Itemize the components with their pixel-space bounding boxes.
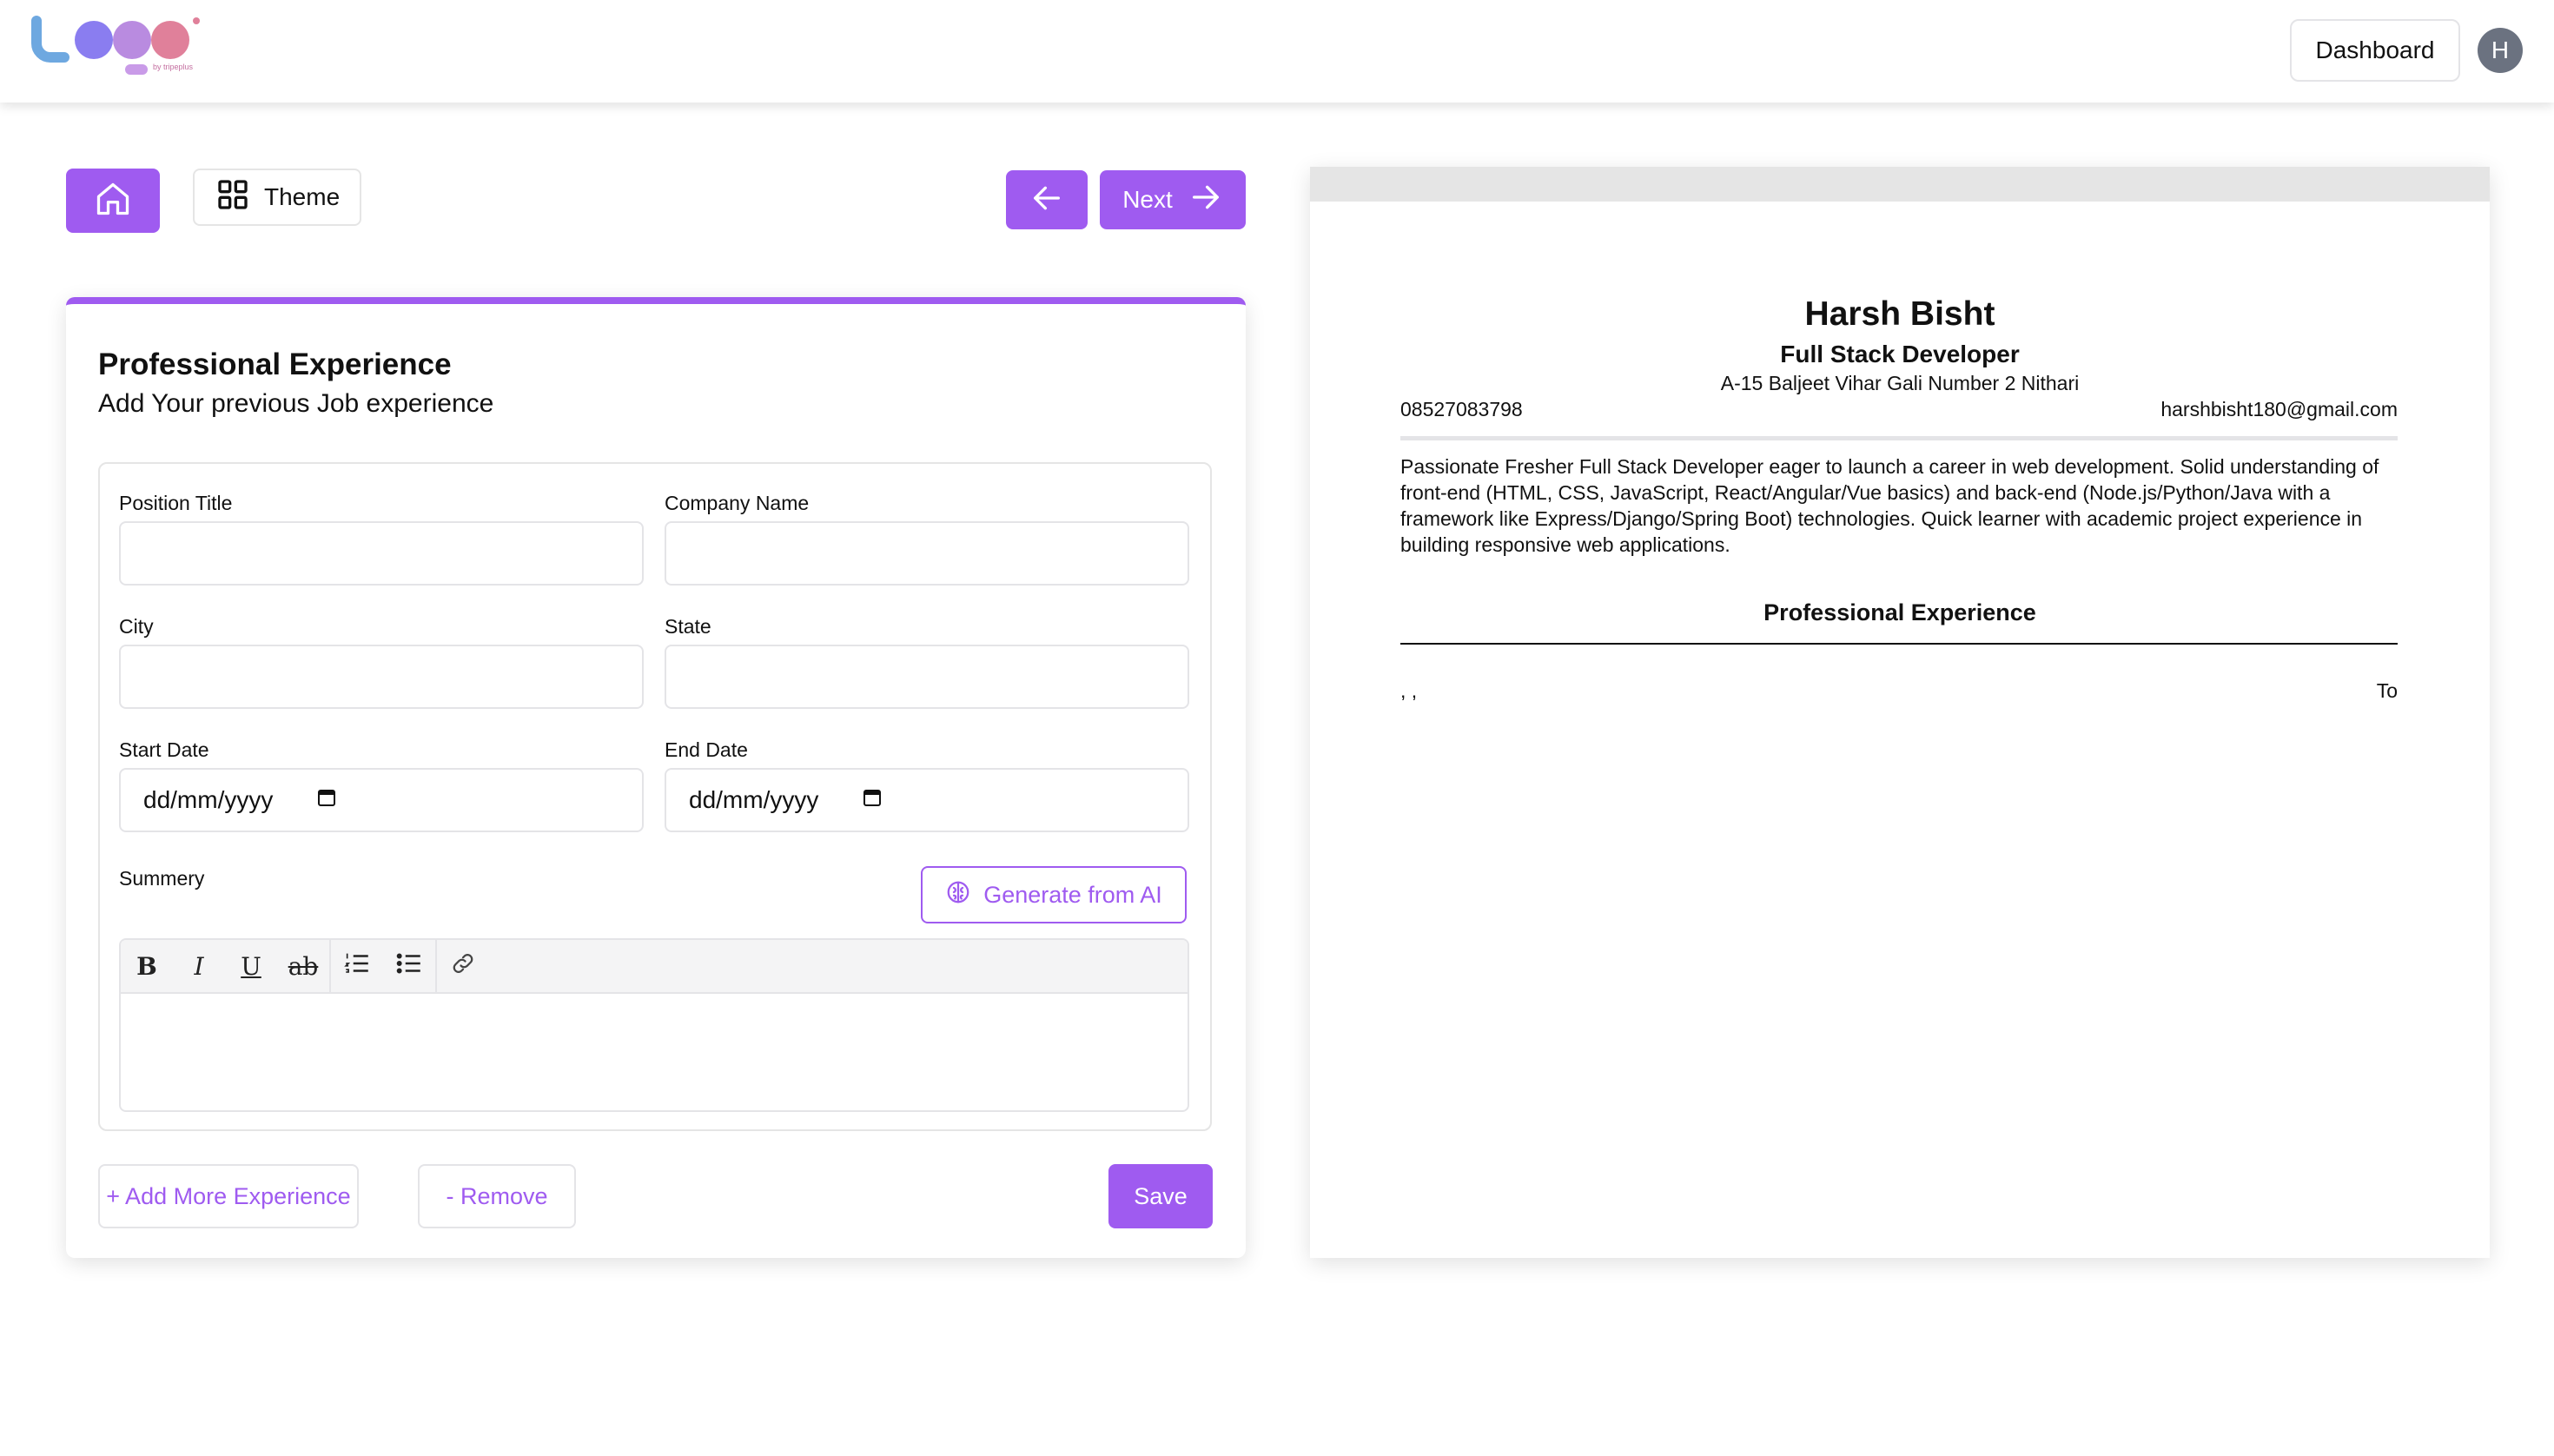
home-icon [94,180,132,222]
ordered-list-icon [342,949,372,984]
resume-section-title: Professional Experience [1763,599,2036,625]
resume-phone: 08527083798 [1400,398,1523,420]
editor-toolbar: B I U ab [121,940,1188,994]
save-button[interactable]: Save [1108,1164,1213,1228]
underline-button[interactable]: U [225,940,277,993]
resume-job-dates: To [2376,679,2398,702]
calendar-icon[interactable] [862,786,883,814]
top-navbar: by tripeplus Dashboard H [0,0,2554,103]
resume-theme-bar [1310,167,2490,202]
brain-icon [945,879,971,911]
resume-divider [1400,436,2398,440]
start-date-placeholder: dd/mm/yyyy [143,786,274,813]
user-avatar[interactable]: H [2478,28,2523,73]
start-date-label: Start Date [119,738,209,761]
resume-preview: Harsh Bisht Full Stack Developer A-15 Ba… [1310,167,2490,1258]
experience-entry: Position Title Company Name City State S… [98,462,1212,1131]
position-title-label: Position Title [119,492,233,514]
grid-icon [215,177,250,218]
home-button[interactable] [66,169,160,233]
end-date-label: End Date [665,738,748,761]
arrow-right-icon [1188,180,1223,221]
start-date-input[interactable]: dd/mm/yyyy [119,768,644,832]
calendar-icon[interactable] [316,786,337,814]
arrow-left-icon [1029,181,1064,220]
previous-button[interactable] [1006,170,1088,229]
end-date-placeholder: dd/mm/yyyy [689,786,819,813]
remove-experience-button[interactable]: - Remove [418,1164,576,1228]
dashboard-button[interactable]: Dashboard [2290,19,2460,82]
bullet-list-button[interactable] [383,940,435,993]
bullet-list-icon [394,949,424,984]
city-input[interactable] [119,645,644,709]
link-icon [450,950,476,983]
city-label: City [119,615,154,638]
form-subtitle: Add Your previous Job experience [98,389,494,418]
company-name-label: Company Name [665,492,810,514]
state-input[interactable] [665,645,1189,709]
company-name-input[interactable] [665,521,1189,586]
state-label: State [665,615,711,638]
resume-job-title: Full Stack Developer [1780,341,2020,367]
position-title-input[interactable] [119,521,644,586]
resume-job-company-location: , , [1400,679,1418,702]
resume-name: Harsh Bisht [1804,295,1995,333]
summary-label: Summery [119,867,205,890]
experience-form-card: Professional Experience Add Your previou… [66,297,1246,1258]
generate-from-ai-button[interactable]: Generate from AI [921,866,1187,923]
theme-button[interactable]: Theme [193,169,361,226]
resume-address: A-15 Baljeet Vihar Gali Number 2 Nithari [1720,372,2080,394]
end-date-input[interactable]: dd/mm/yyyy [665,768,1189,832]
strikethrough-button[interactable]: ab [277,940,329,993]
resume-section-divider [1400,643,2398,645]
logo-byline: by tripeplus [153,63,194,71]
bold-button[interactable]: B [121,940,173,993]
generate-from-ai-label: Generate from AI [983,881,1162,908]
summary-editor: B I U ab [119,938,1189,1112]
add-more-experience-button[interactable]: + Add More Experience [98,1164,359,1228]
next-label: Next [1122,186,1173,213]
theme-label: Theme [264,183,341,210]
next-button[interactable]: Next [1100,170,1246,229]
form-title: Professional Experience [98,347,452,381]
link-button[interactable] [437,940,489,993]
resume-email: harshbisht180@gmail.com [2160,398,2398,420]
ordered-list-button[interactable] [331,940,383,993]
resume-summary: Passionate Fresher Full Stack Developer … [1400,455,2379,556]
italic-button[interactable]: I [173,940,225,993]
